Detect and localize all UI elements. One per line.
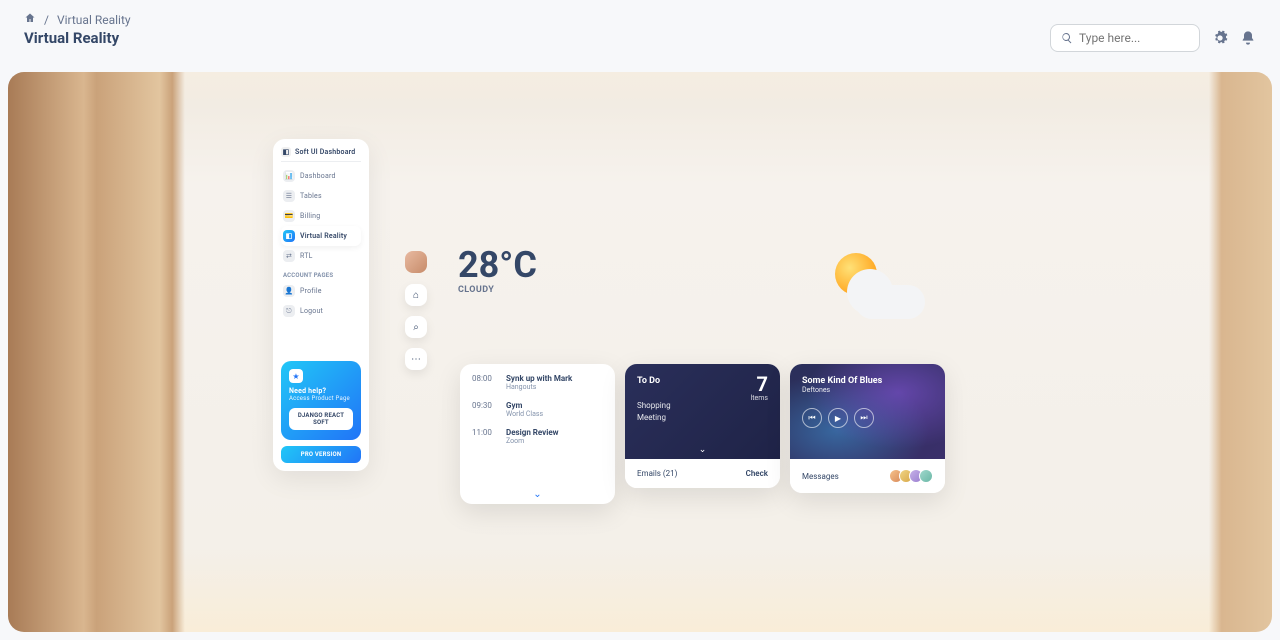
sidenav-section-label: ACCOUNT PAGES — [283, 272, 359, 279]
search-box[interactable] — [1050, 24, 1200, 52]
check-emails-button[interactable]: Check — [746, 469, 768, 478]
music-card: Some Kind Of Blues Deftones ⏮ ▶ ⏭ Messag… — [790, 364, 945, 493]
todo-top[interactable]: To Do 7 Items Shopping Meeting ⌄ — [625, 364, 780, 459]
tables-icon: ☰ — [283, 190, 295, 202]
chevron-down-icon[interactable]: ⌄ — [460, 489, 615, 500]
avatar — [919, 469, 933, 483]
music-prev-button[interactable]: ⏮ — [802, 408, 822, 428]
chevron-down-icon[interactable]: ⌄ — [625, 445, 780, 455]
home-icon[interactable] — [24, 12, 36, 27]
brand[interactable]: ◧ Soft UI Dashboard — [281, 147, 361, 157]
home-mini-button[interactable]: ⌂ — [405, 284, 427, 306]
schedule-card[interactable]: 08:00 Synk up with MarkHangouts 09:30 Gy… — [460, 364, 615, 504]
todo-list: Shopping Meeting — [637, 400, 768, 424]
home-icon: ⌂ — [413, 290, 419, 301]
vr-icon: ◧ — [283, 230, 295, 242]
breadcrumb-current[interactable]: Virtual Reality — [57, 13, 131, 27]
sidenav: ◧ Soft UI Dashboard 📊Dashboard ☰Tables 💳… — [273, 139, 369, 471]
more-mini-button[interactable]: ⋯ — [405, 348, 427, 370]
billing-icon: 💳 — [283, 210, 295, 222]
help-star-icon: ★ — [289, 369, 303, 383]
pro-version-button[interactable]: PRO VERSION — [281, 446, 361, 463]
logout-icon: ⎋ — [283, 305, 295, 317]
schedule-row[interactable]: 08:00 Synk up with MarkHangouts — [472, 374, 603, 391]
help-card: ★ Need help? Access Product Page DJANGO … — [281, 361, 361, 440]
music-next-button[interactable]: ⏭ — [854, 408, 874, 428]
rtl-icon: ⇄ — [283, 250, 295, 262]
emails-label: Emails (21) — [637, 469, 677, 478]
dashboard-icon: 📊 — [283, 170, 295, 182]
music-top: Some Kind Of Blues Deftones ⏮ ▶ ⏭ — [790, 364, 945, 459]
bell-icon[interactable] — [1240, 30, 1256, 46]
weather-temperature: 28°C — [458, 247, 537, 283]
search-icon: ⌕ — [413, 322, 419, 333]
weather-condition: CLOUDY — [458, 285, 537, 295]
cloud-icon — [853, 269, 921, 309]
messages-label[interactable]: Messages — [802, 472, 839, 481]
search-input[interactable] — [1079, 31, 1189, 45]
music-play-button[interactable]: ▶ — [828, 408, 848, 428]
profile-icon: 👤 — [283, 285, 295, 297]
skip-back-icon: ⏮ — [808, 413, 815, 423]
sidenav-item-rtl[interactable]: ⇄RTL — [281, 246, 361, 266]
play-icon: ▶ — [835, 414, 841, 423]
todo-count: 7 Items — [750, 374, 768, 402]
ellipsis-icon: ⋯ — [411, 354, 421, 365]
skip-forward-icon: ⏭ — [860, 413, 867, 423]
sidenav-item-logout[interactable]: ⎋Logout — [281, 301, 361, 321]
user-avatar[interactable] — [405, 251, 427, 273]
vr-room-background: ◧ Soft UI Dashboard 📊Dashboard ☰Tables 💳… — [8, 72, 1272, 632]
schedule-row[interactable]: 11:00 Design ReviewZoom — [472, 428, 603, 445]
sidenav-item-billing[interactable]: 💳Billing — [281, 206, 361, 226]
sidenav-item-virtual-reality[interactable]: ◧Virtual Reality — [281, 226, 361, 246]
sidenav-item-profile[interactable]: 👤Profile — [281, 281, 361, 301]
help-docs-button[interactable]: DJANGO REACT SOFT — [289, 408, 353, 430]
weather-widget: 28°C CLOUDY — [458, 247, 537, 295]
search-mini-button[interactable]: ⌕ — [405, 316, 427, 338]
brand-logo-icon: ◧ — [281, 147, 291, 157]
todo-card: To Do 7 Items Shopping Meeting ⌄ Emails … — [625, 364, 780, 488]
schedule-row[interactable]: 09:30 GymWorld Class — [472, 401, 603, 418]
weather-illustration — [823, 247, 923, 327]
message-avatars[interactable] — [889, 469, 933, 483]
sidenav-item-tables[interactable]: ☰Tables — [281, 186, 361, 206]
search-icon — [1061, 31, 1073, 45]
sidenav-item-dashboard[interactable]: 📊Dashboard — [281, 166, 361, 186]
gear-icon[interactable] — [1212, 30, 1228, 46]
